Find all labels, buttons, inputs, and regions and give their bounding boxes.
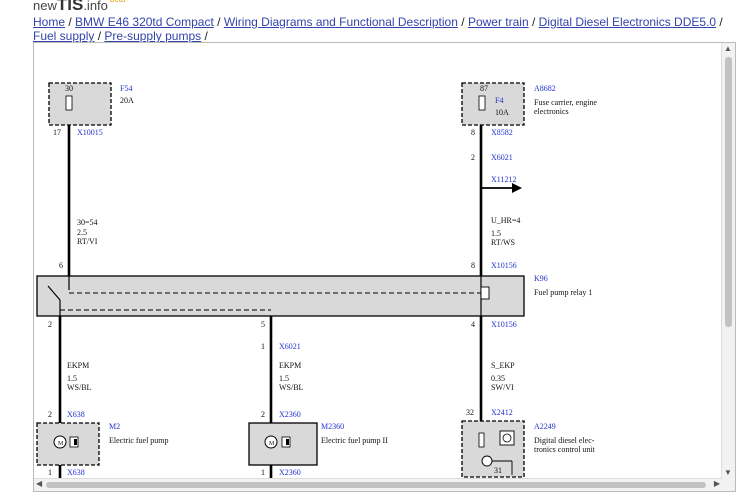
f4-carrier-desc-1: Fuse carrier, engine: [534, 98, 597, 107]
relay-pin-out3: 4: [471, 320, 475, 329]
wire-m2-color: WS/BL: [67, 383, 92, 392]
horizontal-scrollbar[interactable]: ◀ ▶: [34, 478, 722, 491]
m2-pin-bottom: 1: [48, 468, 52, 477]
breadcrumb: Home / BMW E46 320td Compact / Wiring Di…: [33, 15, 723, 43]
m2360-id: M2360: [321, 422, 344, 431]
wiring-diagram: 30 F54 20A 17 X10015 30=54 2.5 RT/VI 87 …: [36, 82, 597, 479]
dde-resistor-icon: [478, 432, 485, 448]
dde-pin-top: 32: [466, 408, 474, 417]
x11212-id: X11212: [491, 175, 516, 184]
breadcrumb-powertrain[interactable]: Power train: [468, 15, 529, 29]
horizontal-scroll-thumb[interactable]: [46, 482, 706, 488]
m2360-desc: Electric fuel pump II: [321, 436, 388, 445]
dde-pin-inner: 31: [494, 466, 502, 475]
relay-desc: Fuel pump relay 1: [534, 288, 592, 297]
wire-right-top-name: U_HR=4: [491, 216, 520, 225]
dde-desc-1: Digital diesel elec-: [534, 436, 595, 445]
site-logo[interactable]: newTIS.infobeta: [33, 0, 125, 11]
f54-rating: 20A: [120, 96, 134, 105]
f4-carrier-desc-2: electronics: [534, 107, 569, 116]
dde-connector: X2412: [491, 408, 513, 417]
f54-pin-top: 30: [65, 84, 73, 93]
dde-id: A2249: [534, 422, 556, 431]
m2360-connector-bottom: X2360: [279, 468, 301, 477]
f54-pin-bottom: 17: [53, 128, 61, 137]
wire-m2-name: EKPM: [67, 361, 89, 370]
pump-m2-box: [36, 422, 100, 466]
wire-a2249-size: 0.35: [491, 374, 505, 383]
relay-pin-out2: 5: [261, 320, 265, 329]
m2-id: M2: [109, 422, 120, 431]
scroll-left-arrow-icon[interactable]: ◀: [36, 479, 42, 488]
fuse-f4-icon: [478, 95, 486, 111]
x6021-top-pin: 2: [471, 153, 475, 162]
f4-pin-bottom: 8: [471, 128, 475, 137]
m2-connector-bottom: X638: [67, 468, 85, 477]
relay-pin-out1: 2: [48, 320, 52, 329]
logo-prefix: new: [33, 0, 57, 11]
relay-connector-bottom: X10156: [491, 320, 517, 329]
relay-id: K96: [534, 274, 548, 283]
fuse-box-f4: [461, 82, 525, 126]
svg-text:M: M: [58, 441, 64, 447]
x6021-top-id: X6021: [491, 153, 513, 162]
x6021-mid-id: X6021: [279, 342, 301, 351]
breadcrumb-model[interactable]: BMW E46 320td Compact: [75, 15, 214, 29]
wire-left-top-name: 30=54: [77, 218, 98, 227]
vertical-scroll-thumb[interactable]: [725, 57, 732, 327]
breadcrumb-pre-supply-pumps[interactable]: Pre-supply pumps: [104, 29, 201, 43]
breadcrumb-fuel-supply[interactable]: Fuel supply: [33, 29, 94, 43]
m2-pin-top: 2: [48, 410, 52, 419]
wire-left-top-color: RT/VI: [77, 237, 98, 246]
dde-transistor-icon: [481, 455, 493, 467]
svg-text:M: M: [269, 441, 275, 447]
wire-a2249-name: S_EKP: [491, 361, 515, 370]
dde-driver-icon: [499, 430, 515, 446]
breadcrumb-home[interactable]: Home: [33, 15, 65, 29]
dde-control-unit-box: [461, 420, 525, 478]
wire-m2360-name: EKPM: [279, 361, 301, 370]
f4-rating: 10A: [495, 108, 509, 117]
fuse-f54-icon: [65, 95, 73, 111]
f54-connector: X10015: [77, 128, 103, 137]
f4-connector: X8582: [491, 128, 513, 137]
fuse-box-f54: [48, 82, 112, 126]
wire-right-top-size: 1.5: [491, 229, 501, 238]
breadcrumb-dde[interactable]: Digital Diesel Electronics DDE5.0: [539, 15, 716, 29]
scroll-right-arrow-icon[interactable]: ▶: [714, 479, 720, 488]
m2360-pin-bottom: 1: [261, 468, 265, 477]
wire-m2360-size: 1.5: [279, 374, 289, 383]
relay-pin-left: 6: [59, 261, 63, 270]
x6021-mid-pin: 1: [261, 342, 265, 351]
f4-pin-top: 87: [480, 84, 488, 93]
wire-left-top-size: 2.5: [77, 228, 87, 237]
wire-a2249-color: SW/VI: [491, 383, 514, 392]
m2-desc: Electric fuel pump: [109, 436, 169, 445]
scroll-down-arrow-icon[interactable]: ▼: [724, 468, 732, 477]
m2360-connector: X2360: [279, 410, 301, 419]
relay-coil-icon: [480, 286, 490, 300]
diagram-viewer[interactable]: 30 F54 20A 17 X10015 30=54 2.5 RT/VI 87 …: [33, 42, 736, 492]
wire-m2-size: 1.5: [67, 374, 77, 383]
f4-id: F4: [495, 96, 503, 105]
f54-id: F54: [120, 84, 132, 93]
m2360-pin-top: 2: [261, 410, 265, 419]
wire-m2360-color: WS/BL: [279, 383, 304, 392]
dde-desc-2: tronics control unit: [534, 445, 596, 454]
breadcrumb-wiring[interactable]: Wiring Diagrams and Functional Descripti…: [224, 15, 458, 29]
wire-right-top-color: RT/WS: [491, 238, 515, 247]
logo-main: TIS: [56, 0, 84, 11]
relay-connector-top: X10156: [491, 261, 517, 270]
m2-connector: X638: [67, 410, 85, 419]
relay-pin-right: 8: [471, 261, 475, 270]
logo-suffix: .info: [83, 0, 108, 11]
vertical-scrollbar[interactable]: ▲ ▼: [721, 43, 735, 491]
branch-arrow-icon: [512, 183, 522, 193]
f4-carrier-id: A8682: [534, 84, 556, 93]
beta-badge: beta: [110, 0, 126, 4]
scroll-up-arrow-icon[interactable]: ▲: [724, 44, 732, 53]
